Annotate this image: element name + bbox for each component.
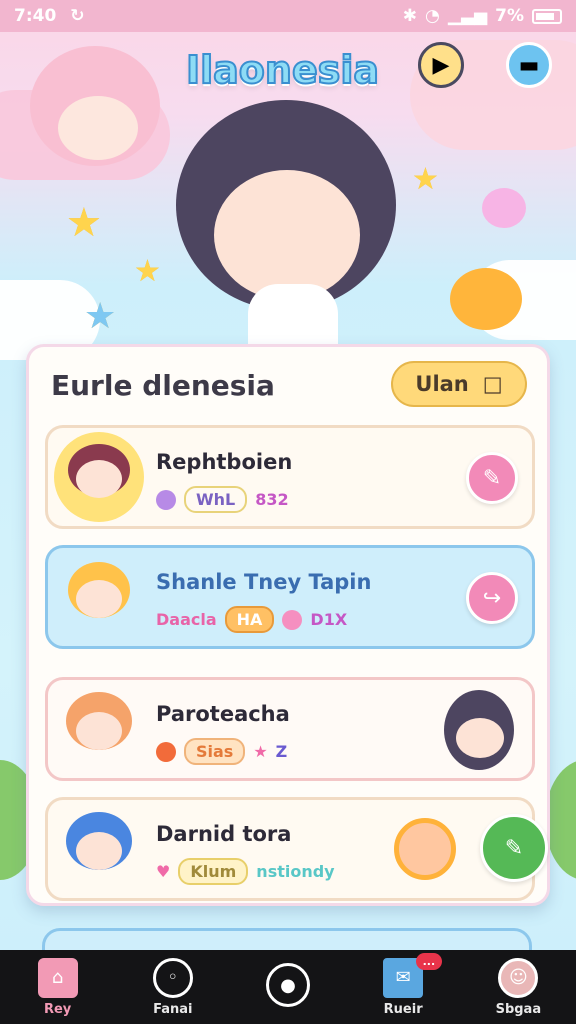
status-dot <box>282 609 303 630</box>
row-name: Paroteacha <box>156 702 290 726</box>
row-meta: ♥ Klum nstiondy <box>156 858 335 885</box>
food-button[interactable]: ▬ <box>506 42 552 88</box>
home-icon: ⌂ <box>37 957 78 998</box>
row-tag: WhL <box>184 486 248 513</box>
list-item[interactable]: Paroteacha Sias ★ Z <box>45 677 535 781</box>
app-title: Ilaonesia <box>185 47 380 93</box>
megaphone-button[interactable]: ▶ <box>418 42 464 88</box>
signal-icon: ▁▃▅ <box>447 6 488 26</box>
share-button[interactable]: ↪ <box>466 572 518 624</box>
avatar-face <box>76 460 122 498</box>
share-icon: ↪ <box>482 585 502 611</box>
nav-label: Rey <box>43 1001 72 1017</box>
row-note: nstiondy <box>256 862 335 881</box>
row-meta: Daacla HA D1X <box>156 606 347 633</box>
card-action-button[interactable]: Ulan □ <box>391 361 527 407</box>
battery-icon <box>532 8 562 24</box>
nav-label: Fanai <box>153 1001 193 1017</box>
card-action-label: Ulan <box>415 372 469 396</box>
card-title: Eurle dlenesia <box>51 369 275 402</box>
pencil-icon: ✎ <box>482 465 502 491</box>
row-count: Z <box>275 742 288 761</box>
row-count: 832 <box>255 490 289 509</box>
note-icon: □ <box>482 372 503 396</box>
row-tag: Daacla <box>156 610 217 629</box>
bluetooth-icon: ✱ <box>402 6 418 26</box>
row-count: D1X <box>310 610 348 629</box>
row-tag: Klum <box>178 858 249 885</box>
nav-item-messages[interactable]: ✉ ... Rueir <box>355 952 451 1017</box>
status-dot <box>156 741 176 762</box>
notification-badge: ... <box>415 952 443 970</box>
star-icon: ★ <box>134 254 161 289</box>
main-character-face <box>214 170 360 300</box>
pencil-icon: ✎ <box>504 835 524 861</box>
nav-label: Rueir <box>383 1001 423 1017</box>
side-character-face <box>456 718 504 758</box>
nav-item-center[interactable]: ● <box>240 963 336 1011</box>
record-icon: ● <box>265 963 310 1007</box>
character-list-card: Eurle dlenesia Ulan □ Rephtboien WhL 832… <box>26 344 550 906</box>
avatar-face <box>76 832 122 870</box>
row-meta: Sias ★ Z <box>156 738 287 765</box>
row-name: Shanle Tney Tapin <box>156 570 372 594</box>
avatar <box>54 552 144 642</box>
status-bar: 7:40 ↻ ✱ ◔ ▁▃▅ 7% <box>0 0 576 32</box>
nav-item-home[interactable]: ⌂ Rey <box>10 957 106 1017</box>
row-name: Darnid tora <box>156 822 292 846</box>
heart-icon: ♥ <box>156 862 171 881</box>
star-icon: ★ <box>66 200 102 246</box>
orange-creature <box>450 268 522 330</box>
compose-button[interactable]: ✎ <box>480 814 548 882</box>
screen: 7:40 ↻ ✱ ◔ ▁▃▅ 7% ★ ★ ★ ★ Ilaonesia ▶ ▬ … <box>0 0 576 1024</box>
avatar <box>54 804 144 894</box>
row-tag: Sias <box>184 738 246 765</box>
star-icon: ★ <box>253 742 268 761</box>
battery-level: 7% <box>495 6 524 26</box>
list-item[interactable]: Darnid tora ♥ Klum nstiondy ✎ <box>45 797 548 901</box>
nav-label: Sbgaa <box>495 1001 542 1017</box>
row-level: HA <box>224 606 275 633</box>
burger-icon: ▬ <box>518 52 540 78</box>
nav-item-chat[interactable]: ◦ Fanai <box>125 957 221 1017</box>
wifi-icon: ◔ <box>425 6 440 26</box>
profile-icon: ☺ <box>498 957 539 998</box>
avatar-face <box>76 580 122 618</box>
pink-face <box>58 96 138 160</box>
avatar <box>54 432 144 522</box>
purple-blob <box>482 188 526 228</box>
star-icon: ★ <box>84 296 117 337</box>
bottom-nav: ⌂ Rey ◦ Fanai ● ✉ ... Rueir ☺ Sbgaa <box>0 950 576 1024</box>
message-icon: ✉ ... <box>383 952 443 998</box>
status-dot <box>156 489 176 510</box>
megaphone-icon: ▶ <box>432 52 450 78</box>
sun-creature <box>394 818 456 880</box>
edit-button[interactable]: ✎ <box>466 452 518 504</box>
avatar <box>54 684 144 774</box>
list-item[interactable]: Rephtboien WhL 832 ✎ <box>45 425 535 529</box>
row-name: Rephtboien <box>156 450 293 474</box>
chat-icon: ◦ <box>152 957 193 998</box>
status-time: 7:40 <box>14 6 57 26</box>
sync-icon: ↻ <box>70 6 85 26</box>
row-meta: WhL 832 <box>156 486 289 513</box>
star-icon: ★ <box>412 162 439 197</box>
list-item[interactable]: Shanle Tney Tapin Daacla HA D1X ↪ <box>45 545 535 649</box>
avatar-face <box>76 712 122 750</box>
nav-item-profile[interactable]: ☺ Sbgaa <box>470 957 566 1017</box>
